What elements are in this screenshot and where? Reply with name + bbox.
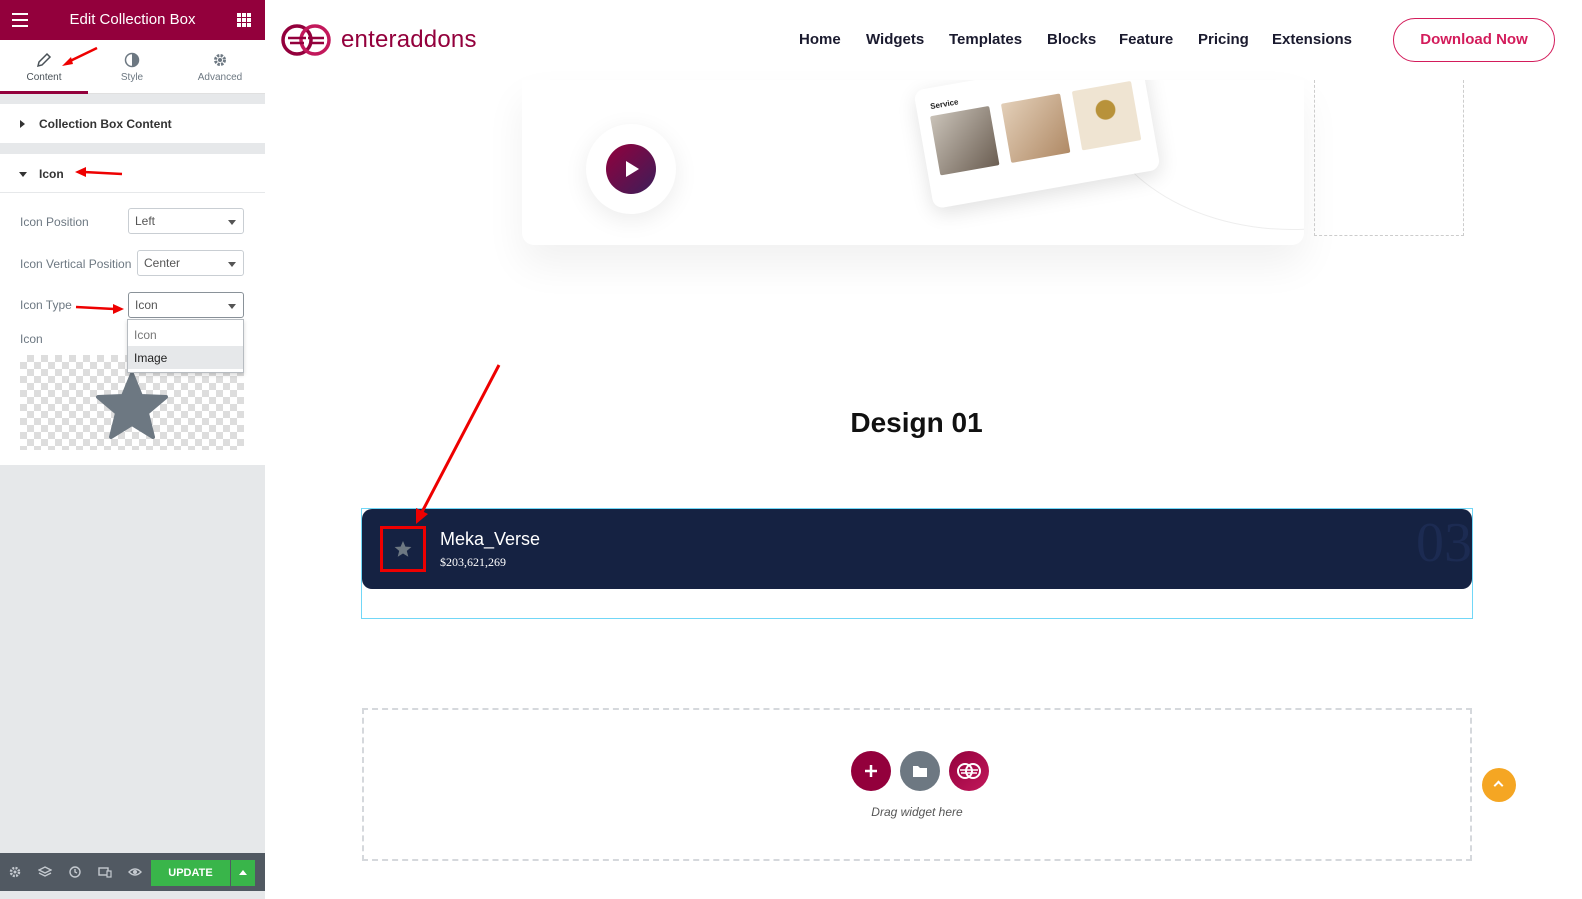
thumb-image	[1071, 80, 1142, 151]
download-now-button[interactable]: Download Now	[1393, 18, 1555, 62]
panel-footer: UPDATE	[0, 853, 265, 891]
section-title: Icon	[39, 167, 64, 181]
play-icon	[626, 161, 639, 177]
plus-icon	[865, 765, 877, 777]
widgets-grid-icon[interactable]	[237, 13, 251, 27]
nav-feature[interactable]: Feature	[1119, 31, 1173, 48]
tab-advanced-label: Advanced	[197, 72, 243, 83]
icon-type-label: Icon Type	[20, 298, 72, 312]
caret-right-icon	[20, 120, 25, 128]
half-circle-icon	[124, 52, 140, 68]
enteraddons-logo-icon	[281, 24, 331, 56]
elementor-panel: Edit Collection Box Content Style Advanc…	[0, 0, 265, 899]
empty-column-outline	[1314, 80, 1464, 236]
icon-vertical-position-label: Icon Vertical Position	[20, 257, 132, 271]
icon-type-value: Icon	[135, 298, 158, 312]
section-collection-box-content[interactable]: Collection Box Content	[0, 104, 265, 144]
icon-label: Icon	[20, 332, 43, 346]
nav-pricing[interactable]: Pricing	[1198, 31, 1249, 48]
scroll-to-top-button[interactable]	[1482, 768, 1516, 802]
thumb-image	[930, 105, 1000, 176]
enteraddons-logo-icon	[957, 763, 981, 779]
tab-content[interactable]: Content	[0, 40, 88, 94]
panel-header: Edit Collection Box	[0, 0, 265, 40]
chevron-up-icon	[1493, 780, 1504, 791]
caret-up-icon	[239, 870, 247, 875]
layers-icon[interactable]	[38, 865, 52, 879]
caret-down-icon	[19, 172, 27, 177]
icon-vertical-position-select[interactable]: Center	[137, 250, 244, 276]
nav-extensions[interactable]: Extensions	[1272, 31, 1352, 48]
thumb-image	[1000, 93, 1071, 163]
select-caret-icon	[228, 262, 236, 267]
collection-box-title: Meka_Verse	[440, 529, 541, 549]
site-logo[interactable]: enteraddons	[279, 22, 479, 58]
design-heading: Design 01	[850, 407, 983, 438]
icon-position-value: Left	[135, 214, 156, 228]
drop-zone-text: Drag widget here	[871, 805, 963, 819]
collection-box-icon-highlight	[380, 526, 426, 572]
select-caret-icon	[228, 220, 236, 225]
panel-title: Edit Collection Box	[69, 11, 196, 28]
pencil-icon	[36, 52, 52, 68]
site-header: enteraddons Home Widgets Templates Block…	[265, 0, 1582, 80]
tab-advanced[interactable]: Advanced	[176, 40, 264, 94]
update-options-button[interactable]	[231, 860, 255, 886]
collection-box-price: $203,621,269	[440, 555, 506, 569]
empty-section-drop-zone[interactable]: Drag widget here	[362, 708, 1472, 861]
section-title: Collection Box Content	[39, 117, 172, 131]
history-icon[interactable]	[68, 865, 82, 879]
add-section-button[interactable]	[851, 751, 891, 791]
tab-style[interactable]: Style	[88, 40, 176, 94]
icon-type-select[interactable]: Icon	[128, 292, 244, 318]
tab-content-label: Content	[26, 72, 62, 83]
preview-canvas: enteraddons Home Widgets Templates Block…	[265, 0, 1582, 899]
select-caret-icon	[228, 304, 236, 309]
logo-text: enteraddons	[341, 26, 477, 53]
dropdown-option-icon[interactable]: Icon	[128, 323, 243, 346]
nav-home[interactable]: Home	[799, 31, 841, 48]
collection-box-widget[interactable]: 03 Meka_Verse $203,621,269	[362, 509, 1472, 589]
add-template-button[interactable]	[900, 751, 940, 791]
settings-icon[interactable]	[8, 865, 22, 879]
icon-vertical-position-value: Center	[144, 256, 181, 270]
panel-tabs: Content Style Advanced	[0, 40, 265, 94]
dropdown-option-image[interactable]: Image	[128, 346, 243, 369]
update-button[interactable]: UPDATE	[151, 860, 230, 886]
icon-position-label: Icon Position	[20, 215, 89, 229]
enteraddons-templates-button[interactable]	[949, 751, 989, 791]
nav-widgets[interactable]: Widgets	[866, 31, 924, 48]
star-icon	[394, 541, 412, 557]
tab-style-label: Style	[120, 72, 144, 83]
responsive-mode-icon[interactable]	[98, 865, 112, 879]
folder-icon	[913, 766, 927, 777]
video-hero-card: Service	[522, 80, 1304, 245]
preview-eye-icon[interactable]	[128, 865, 142, 879]
tablet-label: Service	[929, 97, 960, 112]
play-video-button[interactable]	[606, 144, 656, 194]
collection-box-number: 03	[1416, 512, 1472, 574]
gear-icon	[214, 54, 226, 66]
template-preview-image: Service	[913, 80, 1161, 210]
icon-position-select[interactable]: Left	[128, 208, 244, 234]
icon-type-dropdown: Icon Image	[127, 319, 244, 373]
section-icon[interactable]: Icon	[0, 154, 265, 193]
nav-templates[interactable]: Templates	[949, 31, 1022, 48]
nav-blocks[interactable]: Blocks	[1047, 31, 1096, 48]
